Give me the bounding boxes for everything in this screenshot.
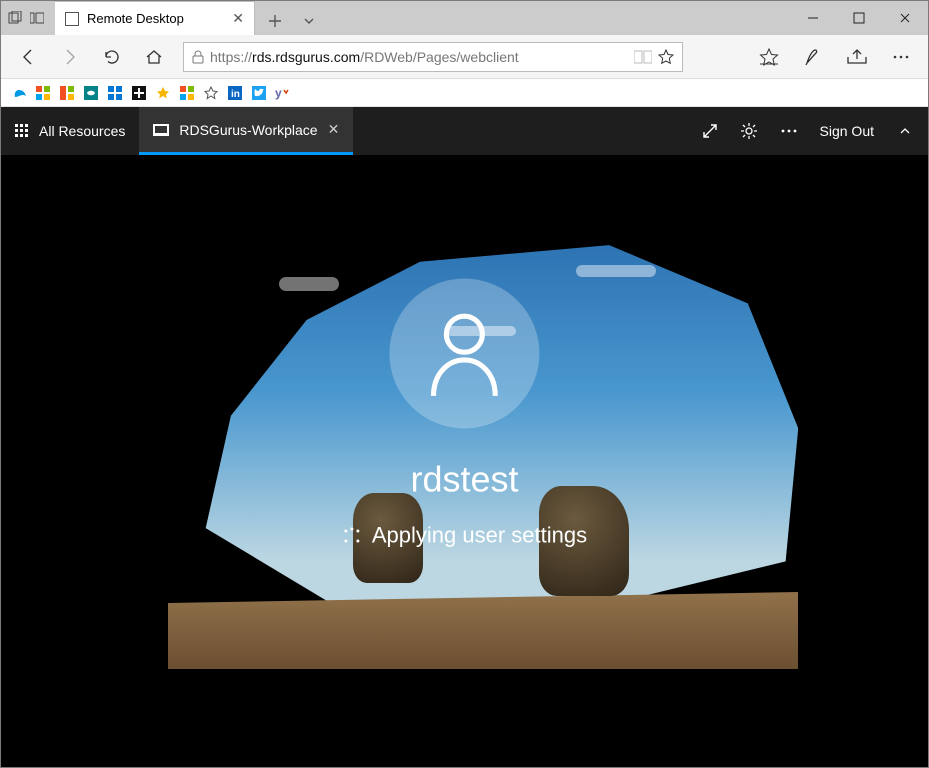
browser-address-bar: https://rds.rdsgurus.com/RDWeb/Pages/web… xyxy=(1,35,928,79)
rd-session-tab-active[interactable]: RDSGurus-Workplace ✕ xyxy=(139,107,353,155)
fav-link[interactable] xyxy=(179,85,195,101)
url-text: https://rds.rdsgurus.com/RDWeb/Pages/web… xyxy=(210,49,628,65)
toolbar-right xyxy=(750,39,920,75)
rd-session-title: RDSGurus-Workplace xyxy=(179,122,317,138)
nav-back-button[interactable] xyxy=(9,39,47,75)
more-options-icon[interactable] xyxy=(780,128,798,134)
favorites-bar: in y xyxy=(1,79,928,107)
user-avatar-icon xyxy=(389,278,539,428)
remote-session-viewport[interactable]: rdstest Applying user settings xyxy=(1,155,928,767)
share-icon[interactable] xyxy=(838,39,876,75)
login-status-row: Applying user settings xyxy=(342,522,587,548)
browser-tab-strip: Remote Desktop ✕ xyxy=(45,1,790,35)
notes-icon[interactable] xyxy=(794,39,832,75)
tab-menu-chevron-icon[interactable] xyxy=(295,7,323,35)
favorites-hub-icon[interactable] xyxy=(750,39,788,75)
rd-tab-close-icon[interactable]: ✕ xyxy=(328,121,340,138)
nav-refresh-button[interactable] xyxy=(93,39,131,75)
login-username: rdstest xyxy=(342,458,587,500)
window-maximize-button[interactable] xyxy=(836,1,882,35)
tab-title: Remote Desktop xyxy=(87,11,224,26)
show-tabs-aside-icon[interactable] xyxy=(29,10,45,26)
lock-icon xyxy=(192,50,204,64)
tab-close-icon[interactable]: ✕ xyxy=(232,10,244,27)
fullscreen-icon[interactable] xyxy=(702,123,718,139)
login-status-text: Applying user settings xyxy=(372,522,587,548)
titlebar-left-controls xyxy=(1,1,45,35)
all-resources-label: All Resources xyxy=(39,123,125,139)
nav-forward-button[interactable] xyxy=(51,39,89,75)
fav-link[interactable] xyxy=(83,85,99,101)
fav-link[interactable] xyxy=(59,85,75,101)
fav-link[interactable] xyxy=(155,85,171,101)
reading-view-icon[interactable] xyxy=(634,50,652,64)
window-titlebar: Remote Desktop ✕ xyxy=(1,1,928,35)
svg-text:in: in xyxy=(231,89,240,100)
fav-link[interactable]: in xyxy=(227,85,243,101)
tab-favicon-icon xyxy=(65,12,79,26)
browser-tab-active[interactable]: Remote Desktop ✕ xyxy=(55,1,255,35)
window-close-button[interactable] xyxy=(882,1,928,35)
window-controls xyxy=(790,1,928,35)
fav-link[interactable]: y xyxy=(275,85,291,101)
new-tab-button[interactable] xyxy=(261,7,289,35)
tab-aside-icon[interactable] xyxy=(7,10,23,26)
url-scheme: https:// xyxy=(210,49,252,65)
url-path: /RDWeb/Pages/webclient xyxy=(360,49,518,65)
fav-link[interactable] xyxy=(35,85,51,101)
svg-text:y: y xyxy=(275,86,282,100)
more-menu-icon[interactable] xyxy=(882,39,920,75)
rd-webclient-header: All Resources RDSGurus-Workplace ✕ Sign … xyxy=(1,107,928,155)
fav-link[interactable] xyxy=(251,85,267,101)
spinner-icon xyxy=(342,525,362,545)
fav-link[interactable] xyxy=(131,85,147,101)
wallpaper-cloud xyxy=(576,265,656,277)
favorite-star-icon[interactable] xyxy=(658,49,674,65)
url-host: rds.rdsgurus.com xyxy=(252,49,360,65)
nav-home-button[interactable] xyxy=(135,39,173,75)
windows-login-overlay: rdstest Applying user settings xyxy=(342,278,587,548)
url-input[interactable]: https://rds.rdsgurus.com/RDWeb/Pages/web… xyxy=(183,42,683,72)
page-content: All Resources RDSGurus-Workplace ✕ Sign … xyxy=(1,107,928,767)
wallpaper-cloud xyxy=(279,277,339,291)
settings-gear-icon[interactable] xyxy=(740,122,758,140)
window-minimize-button[interactable] xyxy=(790,1,836,35)
rd-header-right: Sign Out xyxy=(702,122,928,140)
fav-link[interactable] xyxy=(107,85,123,101)
monitor-icon xyxy=(153,124,169,136)
collapse-chevron-icon[interactable] xyxy=(900,128,910,134)
fav-link[interactable] xyxy=(11,85,27,101)
grid-icon xyxy=(15,124,29,138)
tab-actions xyxy=(255,7,329,35)
all-resources-button[interactable]: All Resources xyxy=(1,107,139,155)
sign-out-button[interactable]: Sign Out xyxy=(820,123,874,139)
fav-link[interactable] xyxy=(203,85,219,101)
